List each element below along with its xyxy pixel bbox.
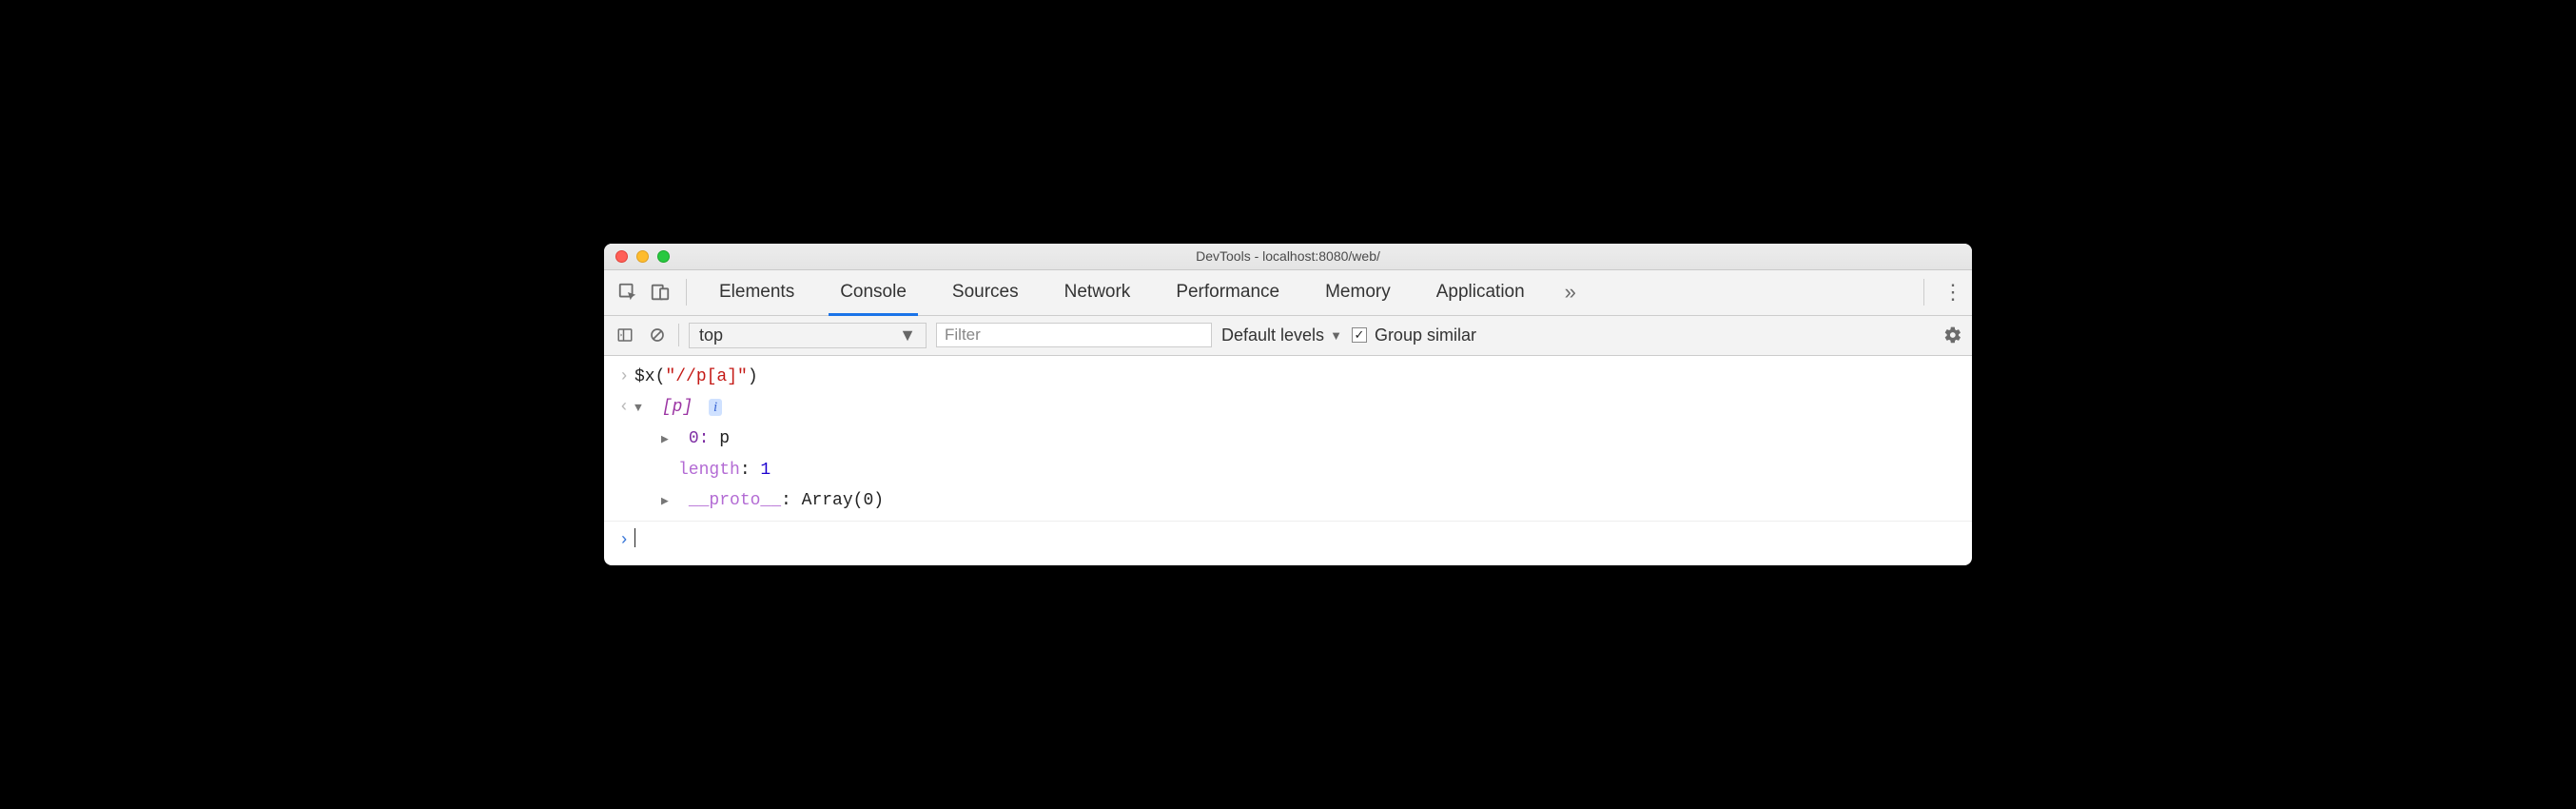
separator <box>1923 279 1924 306</box>
levels-label: Default levels <box>1221 326 1324 345</box>
tab-label: Memory <box>1325 282 1391 303</box>
console-output: › $x("//p[a]") ‹ ▼ [p] i ▶ 0: p length: … <box>604 356 1972 566</box>
close-window-button[interactable] <box>615 250 628 263</box>
property-key: length <box>678 461 740 480</box>
tab-label: Console <box>840 282 907 303</box>
group-similar-label: Group similar <box>1375 326 1476 345</box>
tab-label: Network <box>1064 282 1131 303</box>
tab-performance[interactable]: Performance <box>1153 270 1302 315</box>
checkbox-checked-icon: ✓ <box>1352 327 1367 343</box>
execution-context-select[interactable]: top ▼ <box>689 323 927 348</box>
tab-label: Application <box>1436 282 1525 303</box>
result-summary: [p] <box>662 398 693 417</box>
console-input-text: $x("//p[a]") <box>634 363 758 392</box>
console-prompt[interactable]: › <box>604 525 1972 557</box>
device-toolbar-icon[interactable] <box>644 276 676 308</box>
group-similar-checkbox[interactable]: ✓ Group similar <box>1352 326 1476 345</box>
minimize-window-button[interactable] <box>636 250 649 263</box>
disclosure-triangle-closed-icon[interactable]: ▶ <box>661 429 676 450</box>
property-key: __proto__ <box>689 491 781 510</box>
window-title: DevTools - localhost:8080/web/ <box>604 248 1972 264</box>
separator <box>678 324 679 346</box>
property-value: 1 <box>760 461 771 480</box>
chevron-down-icon: ▼ <box>1330 328 1342 343</box>
tab-elements[interactable]: Elements <box>696 270 817 315</box>
tab-network[interactable]: Network <box>1042 270 1154 315</box>
titlebar: DevTools - localhost:8080/web/ <box>604 244 1972 270</box>
filter-input[interactable] <box>936 323 1212 347</box>
chevron-down-icon: ▼ <box>899 326 916 345</box>
tree-row[interactable]: ▶ __proto__: Array(0) <box>604 485 1972 517</box>
more-tabs-icon[interactable]: » <box>1548 280 1593 305</box>
clear-console-icon[interactable] <box>646 324 669 346</box>
console-toolbar: top ▼ Default levels ▼ ✓ Group similar <box>604 316 1972 356</box>
output-marker-icon: ‹ <box>614 393 634 423</box>
array-index: 0 <box>689 429 699 448</box>
console-input[interactable] <box>634 526 635 556</box>
console-input-echo: › $x("//p[a]") <box>604 362 1972 393</box>
tree-row[interactable]: ▶ 0: p <box>604 424 1972 455</box>
maximize-window-button[interactable] <box>657 250 670 263</box>
tab-label: Elements <box>719 282 794 303</box>
panel-tabstrip: Elements Console Sources Network Perform… <box>604 270 1972 316</box>
context-label: top <box>699 326 723 345</box>
tab-application[interactable]: Application <box>1414 270 1548 315</box>
separator <box>686 279 687 306</box>
disclosure-triangle-open-icon[interactable]: ▼ <box>634 398 650 419</box>
devtools-window: DevTools - localhost:8080/web/ Elements … <box>604 244 1972 566</box>
toggle-sidebar-icon[interactable] <box>614 324 636 346</box>
code-string: "//p[a]" <box>665 367 747 386</box>
log-levels-select[interactable]: Default levels ▼ <box>1221 326 1342 345</box>
console-result[interactable]: ‹ ▼ [p] i <box>604 392 1972 424</box>
console-settings-icon[interactable] <box>1943 326 1962 345</box>
tree-row: length: 1 <box>604 455 1972 486</box>
devtools-menu-icon[interactable]: ⋮ <box>1934 280 1972 305</box>
code-fn: $x <box>634 367 655 386</box>
disclosure-triangle-closed-icon[interactable]: ▶ <box>661 491 676 512</box>
prompt-marker-icon: › <box>614 526 634 556</box>
separator <box>604 521 1972 522</box>
traffic-lights <box>604 250 670 263</box>
tab-label: Sources <box>952 282 1019 303</box>
array-value: p <box>719 429 730 448</box>
property-value: Array(0) <box>802 491 884 510</box>
text-cursor <box>634 528 635 547</box>
info-badge-icon[interactable]: i <box>709 399 722 416</box>
input-marker-icon: › <box>614 363 634 392</box>
tab-console[interactable]: Console <box>817 270 929 315</box>
tab-memory[interactable]: Memory <box>1302 270 1414 315</box>
inspect-element-icon[interactable] <box>612 276 644 308</box>
tab-label: Performance <box>1176 282 1279 303</box>
tab-sources[interactable]: Sources <box>929 270 1042 315</box>
